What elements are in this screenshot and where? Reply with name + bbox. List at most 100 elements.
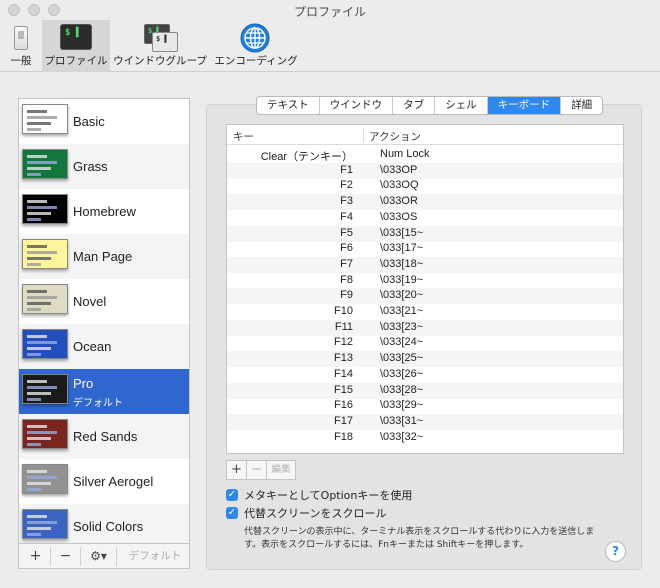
action-cell: \033[21~	[380, 305, 424, 317]
table-row[interactable]: F7 \033[18~	[227, 256, 623, 273]
table-row[interactable]: F10 \033[21~	[227, 304, 623, 320]
action-cell: \033[29~	[380, 399, 424, 412]
alt-screen-scroll-option[interactable]: ✓ 代替スクリーンをスクロール	[226, 506, 386, 520]
action-cell: \033[24~	[380, 336, 424, 349]
table-row[interactable]: F16 \033[29~	[227, 398, 623, 414]
toolbar-encodings[interactable]: エンコーディング	[212, 20, 300, 72]
column-header-action[interactable]: アクション	[369, 129, 421, 144]
table-row[interactable]: F17 \033[31~	[227, 413, 623, 430]
profile-item-grass[interactable]: Grass	[19, 144, 189, 189]
toolbar-general[interactable]: 一般	[4, 20, 38, 72]
profile-thumbnail	[22, 239, 68, 269]
action-cell: \033[17~	[380, 242, 424, 255]
add-key-button[interactable]: +	[227, 461, 247, 479]
edit-key-button[interactable]: 編集	[267, 461, 295, 479]
tab-text[interactable]: テキスト	[257, 97, 320, 114]
column-header-key[interactable]: キー	[233, 129, 254, 144]
table-row[interactable]: F12 \033[24~	[227, 335, 623, 351]
action-cell: \033OS	[380, 210, 418, 223]
profile-item-basic[interactable]: Basic	[19, 99, 189, 144]
action-cell: \033OP	[380, 163, 418, 176]
profile-thumbnail	[22, 194, 68, 224]
profile-item-homebrew[interactable]: Homebrew	[19, 189, 189, 234]
thumbnail-line	[27, 533, 41, 536]
help-button[interactable]: ?	[605, 541, 626, 562]
action-cell: \033[19~	[380, 273, 424, 286]
toolbar-profiles[interactable]: $ ▌ プロファイル	[42, 20, 110, 72]
thumbnail-line	[27, 521, 57, 524]
set-default-button[interactable]: デフォルト	[123, 547, 187, 566]
action-cell: \033OQ	[380, 179, 419, 192]
table-row[interactable]: F14 \033[26~	[227, 367, 623, 383]
key-cell: F3	[340, 195, 353, 208]
profile-thumbnail	[22, 419, 68, 449]
thumbnail-line	[27, 167, 51, 170]
thumbnail-line	[27, 257, 51, 260]
tab-tab[interactable]: タブ	[393, 97, 436, 114]
table-row[interactable]: F5 \033[15~	[227, 225, 623, 242]
key-cell: F7	[340, 257, 353, 270]
window-title: プロファイル	[293, 5, 366, 19]
action-cell: \033[20~	[380, 289, 424, 302]
switch-icon	[14, 26, 28, 50]
thumbnail-line	[27, 245, 47, 248]
table-row[interactable]: F8 \033[19~	[227, 273, 623, 289]
thumbnail-line	[27, 110, 47, 113]
profile-item-solid-colors[interactable]: Solid Colors	[19, 504, 189, 543]
key-cell: F8	[340, 273, 353, 286]
thumbnail-line	[27, 476, 57, 479]
key-cell: F9	[340, 289, 353, 302]
table-row[interactable]: F18 \033[32~	[227, 430, 623, 446]
gear-menu-button[interactable]: ⚙▾	[81, 547, 117, 566]
table-row[interactable]: F11 \033[23~	[227, 319, 623, 336]
thumbnail-line	[27, 296, 57, 299]
remove-profile-button[interactable]: −	[51, 547, 81, 566]
profile-item-silver-aerogel[interactable]: Silver Aerogel	[19, 459, 189, 504]
key-cell: F18	[334, 430, 353, 443]
key-cell: F13	[334, 352, 353, 365]
profile-item-man-page[interactable]: Man Page	[19, 234, 189, 279]
meta-key-option[interactable]: ✓ メタキーとしてOptionキーを使用	[226, 488, 412, 502]
table-row[interactable]: F6 \033[17~	[227, 241, 623, 257]
profile-item-novel[interactable]: Novel	[19, 279, 189, 324]
thumbnail-line	[27, 386, 57, 389]
thumbnail-line	[27, 302, 51, 305]
tab-shell[interactable]: シェル	[435, 97, 488, 114]
remove-key-button[interactable]: −	[247, 461, 267, 479]
thumbnail-line	[27, 128, 41, 131]
table-row[interactable]: F13 \033[25~	[227, 351, 623, 368]
toolbar: 一般 $ ▌ プロファイル $ ▌ $ ▌ ウインドウグループ エンコーディング	[0, 20, 660, 72]
tab-advanced[interactable]: 詳細	[561, 97, 602, 114]
key-mapping-table[interactable]: キー アクション Clear（テンキー） Num Lock F1 \033OP F2 \0…	[226, 124, 624, 454]
key-cell: F16	[334, 399, 353, 412]
table-row[interactable]: F3 \033OR	[227, 194, 623, 211]
table-row[interactable]: F2 \033OQ	[227, 178, 623, 194]
table-row[interactable]: F4 \033OS	[227, 210, 623, 226]
table-row[interactable]: Clear（テンキー） Num Lock	[227, 147, 623, 163]
key-cell: F14	[334, 367, 353, 380]
globe-icon	[240, 23, 270, 53]
checkmark-icon[interactable]: ✓	[226, 507, 238, 519]
key-cell: F5	[340, 226, 353, 239]
thumbnail-line	[27, 527, 51, 530]
tab-window[interactable]: ウインドウ	[320, 97, 394, 114]
key-cell: F2	[340, 179, 353, 192]
toolbar-window-groups[interactable]: $ ▌ $ ▌ ウインドウグループ	[112, 20, 208, 72]
add-profile-button[interactable]: +	[21, 547, 51, 566]
profile-item-pro[interactable]: Pro デフォルト	[19, 369, 189, 414]
checkmark-icon[interactable]: ✓	[226, 489, 238, 501]
profile-name: Silver Aerogel	[73, 474, 154, 489]
meta-key-label: メタキーとしてOptionキーを使用	[244, 489, 413, 502]
profile-item-ocean[interactable]: Ocean	[19, 324, 189, 369]
table-row[interactable]: F1 \033OP	[227, 162, 623, 179]
profile-item-red-sands[interactable]: Red Sands	[19, 414, 189, 459]
table-row[interactable]: F9 \033[20~	[227, 288, 623, 305]
profile-name: Solid Colors	[73, 519, 144, 534]
table-row[interactable]: F15 \033[28~	[227, 382, 623, 399]
key-cell: F6	[340, 242, 353, 255]
profile-thumbnail	[22, 374, 68, 404]
profile-list[interactable]: Basic Grass Homebrew Man Page Novel Ocea…	[18, 98, 190, 544]
thumbnail-line	[27, 218, 41, 221]
tab-keyboard[interactable]: キーボード	[487, 97, 562, 114]
thumbnail-line	[27, 392, 51, 395]
